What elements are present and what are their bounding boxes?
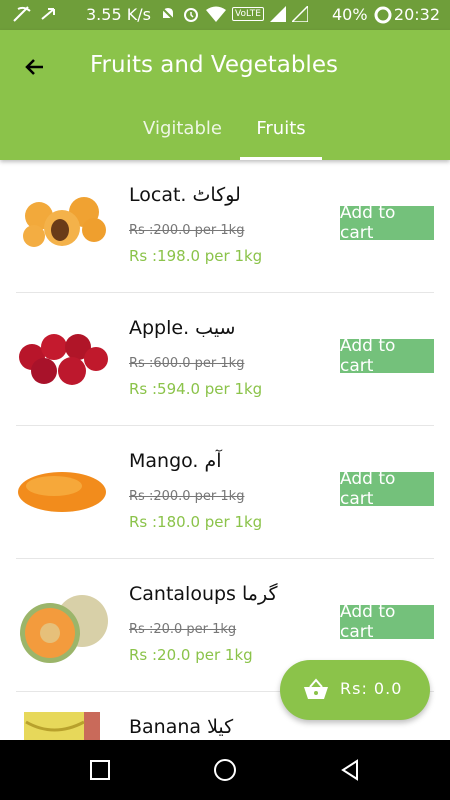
recents-square-icon — [90, 760, 110, 780]
no-signal-icon — [291, 6, 308, 22]
wifi-icon — [206, 6, 226, 22]
recents-button[interactable] — [85, 755, 115, 785]
download-icon — [41, 8, 55, 20]
product-price: Rs :20.0 per 1kg — [129, 646, 253, 664]
status-mid-icons: VoLTE — [160, 5, 308, 23]
add-to-cart-button[interactable]: Add to cart — [340, 469, 434, 509]
cart-total-button[interactable]: Rs: 0.0 — [280, 660, 430, 720]
product-price: Rs :594.0 per 1kg — [129, 380, 263, 398]
product-row: Mango. آم Rs :200.0 per 1kg Rs :180.0 pe… — [0, 426, 450, 559]
product-old-price: Rs :200.0 per 1kg — [129, 223, 245, 238]
network-speed: 3.55 K/s — [86, 5, 151, 24]
back-button[interactable] — [20, 52, 50, 82]
tab-fruits[interactable]: Fruits — [240, 118, 322, 160]
product-row: Apple. سیب Rs :600.0 per 1kg Rs :594.0 p… — [0, 293, 450, 426]
app-bar: Fruits and Vegetables Vigitable Fruits — [0, 30, 450, 160]
product-name: Banana کیلا — [129, 716, 234, 738]
product-name: Mango. آم — [129, 450, 222, 472]
mango-image — [18, 472, 106, 512]
product-price: Rs :180.0 per 1kg — [129, 513, 263, 531]
product-price: Rs :198.0 per 1kg — [129, 247, 263, 265]
status-left-icons — [12, 5, 58, 23]
cantaloupe-image — [20, 595, 108, 663]
home-circle-icon — [214, 759, 236, 781]
page-title: Fruits and Vegetables — [90, 52, 338, 78]
signal-icon — [269, 6, 286, 22]
product-old-price: Rs :200.0 per 1kg — [129, 489, 245, 504]
battery-icon — [374, 6, 392, 23]
status-bar: 3.55 K/s VoLTE 40% 20:32 — [0, 0, 450, 30]
apple-image — [19, 334, 108, 385]
home-button[interactable] — [210, 755, 240, 785]
loquat-image — [23, 197, 106, 247]
add-to-cart-button[interactable]: Add to cart — [340, 336, 434, 376]
system-nav-bar — [0, 740, 450, 800]
tab-bar: Vigitable Fruits — [0, 110, 450, 160]
add-to-cart-button[interactable]: Add to cart — [340, 602, 434, 642]
product-name: Cantaloups گرما — [129, 583, 278, 605]
mute-bell-icon — [160, 6, 176, 22]
add-to-cart-button[interactable]: Add to cart — [340, 203, 434, 243]
basket-icon — [304, 678, 328, 699]
battery-group: 40% — [332, 5, 392, 24]
no-sim-icon — [13, 6, 31, 22]
product-name: Locat. لوکاٹ — [129, 184, 241, 206]
back-triangle-icon — [341, 759, 358, 781]
volte-badge: VoLTE — [232, 7, 264, 21]
product-old-price: Rs :600.0 per 1kg — [129, 356, 245, 371]
battery-percent: 40% — [332, 5, 368, 24]
clock: 20:32 — [393, 5, 440, 24]
product-list[interactable]: Locat. لوکاٹ Rs :200.0 per 1kg Rs :198.0… — [0, 160, 450, 740]
alarm-icon — [184, 8, 198, 22]
arrow-left-icon — [25, 59, 43, 75]
back-nav-button[interactable] — [335, 755, 365, 785]
product-old-price: Rs :20.0 per 1kg — [129, 622, 237, 637]
cart-total: Rs: 0.0 — [340, 679, 403, 698]
product-name: Apple. سیب — [129, 317, 236, 339]
tab-vegetable[interactable]: Vigitable — [130, 118, 235, 160]
product-row: Locat. لوکاٹ Rs :200.0 per 1kg Rs :198.0… — [0, 160, 450, 293]
banana-image — [24, 712, 100, 740]
